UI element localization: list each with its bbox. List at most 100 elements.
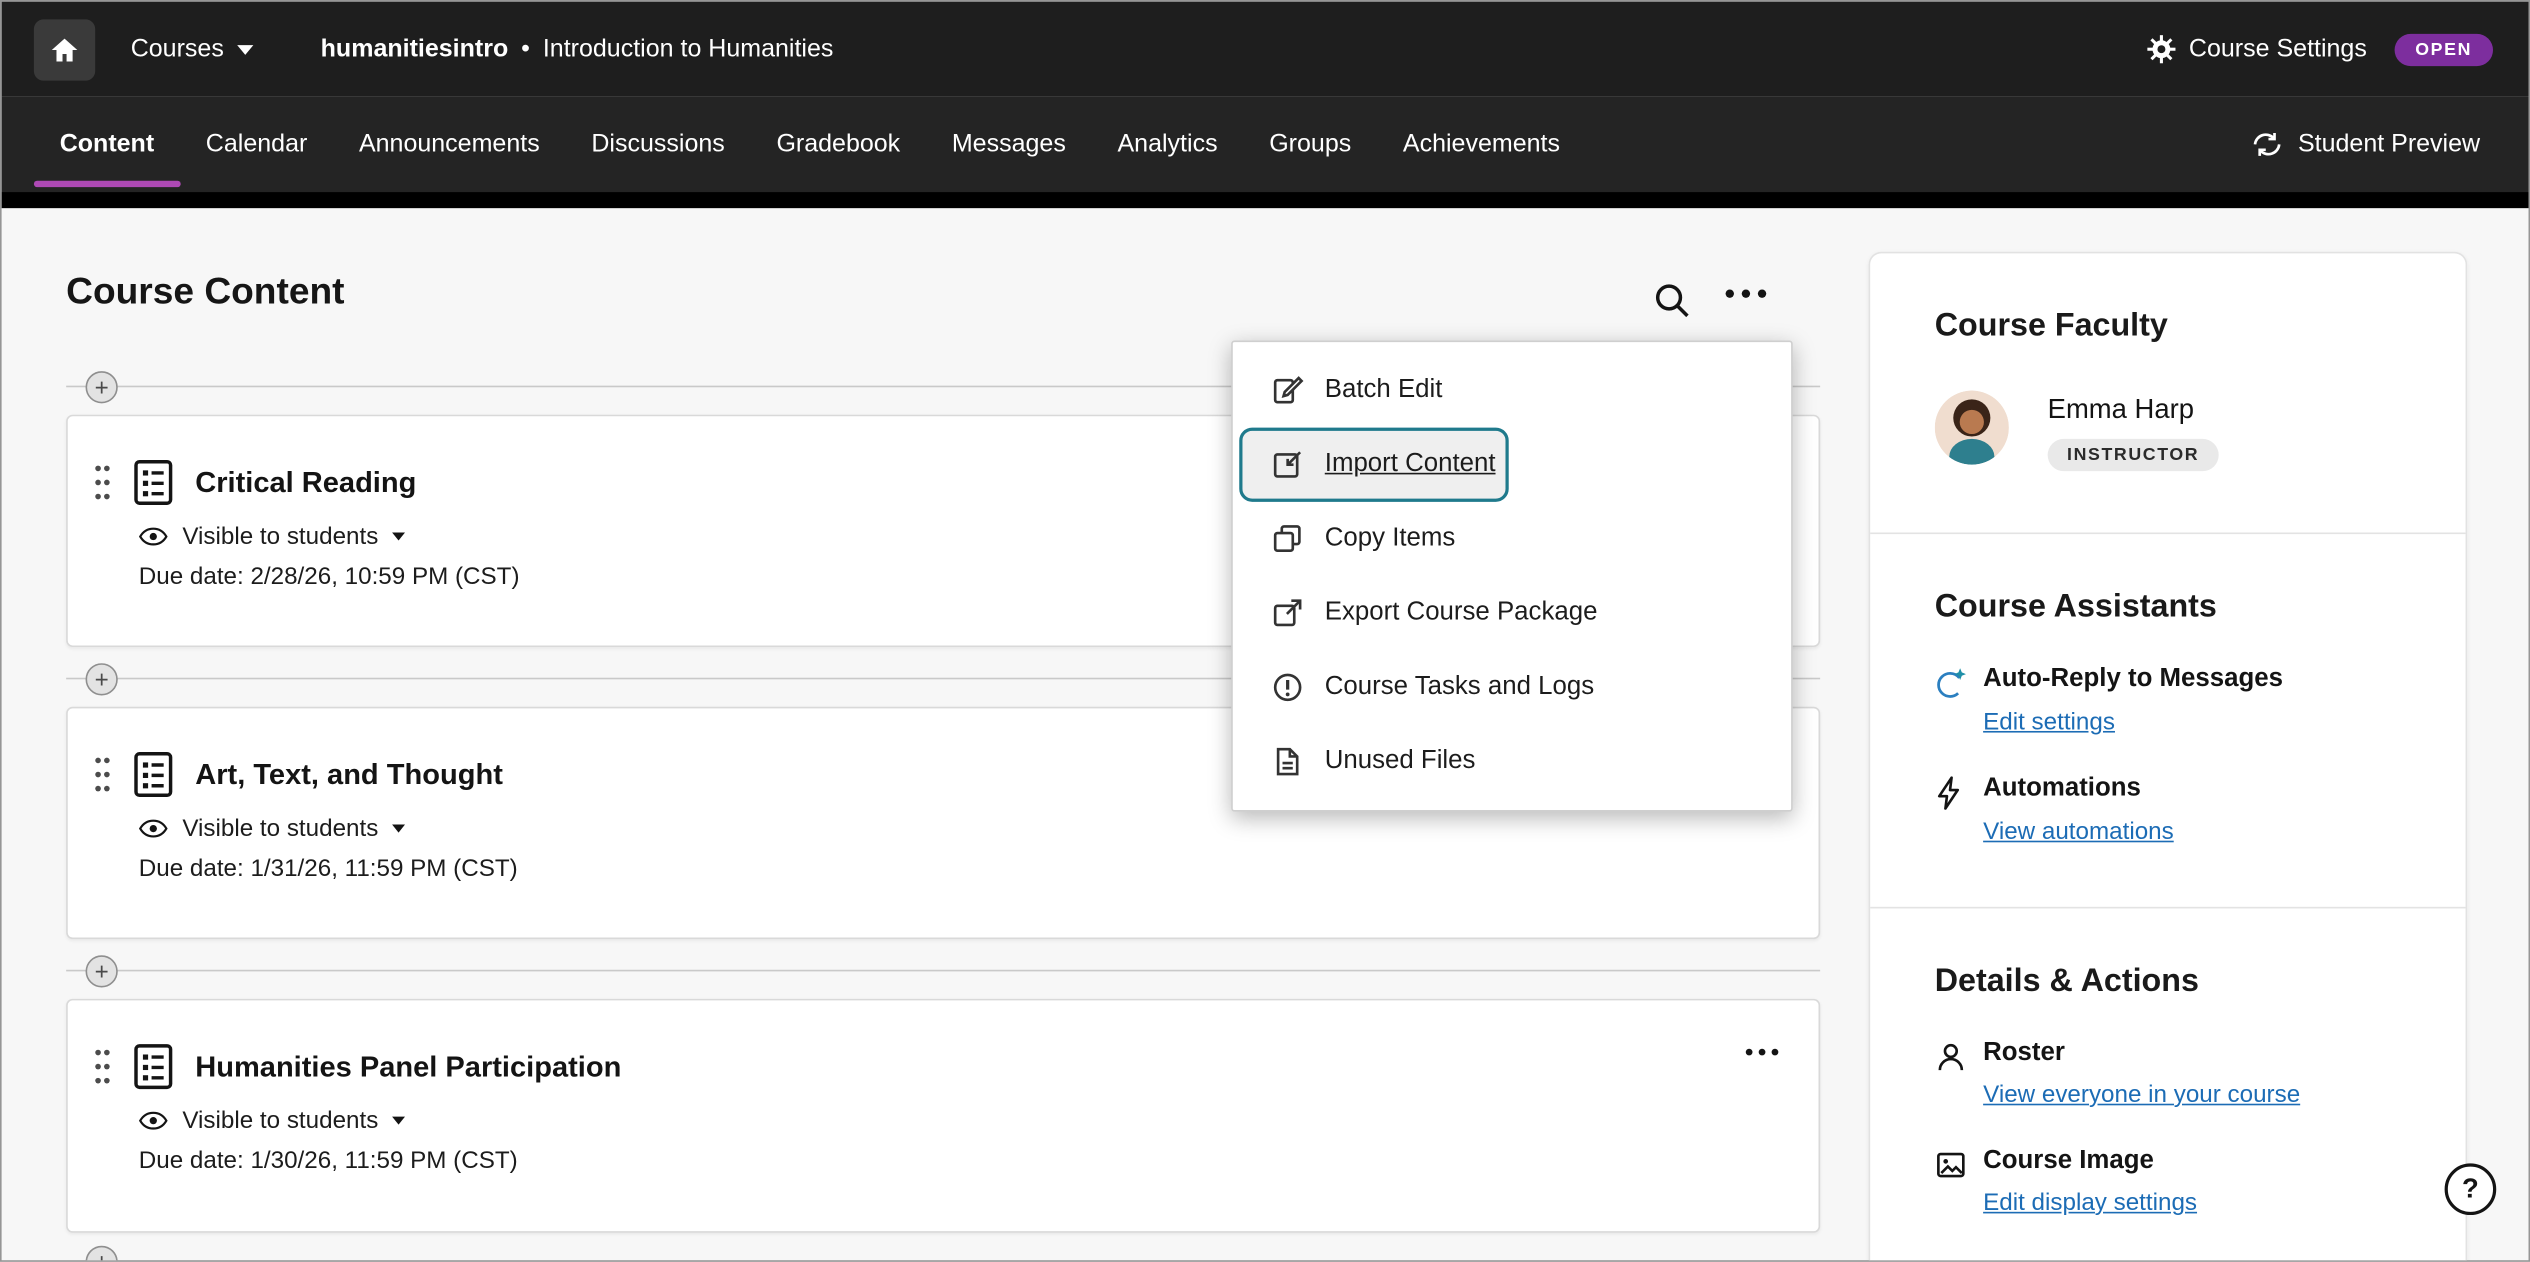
breadcrumb-course-id: humanitiesintro xyxy=(321,35,509,64)
eye-icon xyxy=(139,818,168,839)
course-settings-button[interactable]: Course Settings xyxy=(2145,34,2367,65)
tab-calendar[interactable]: Calendar xyxy=(180,97,333,192)
lightning-icon xyxy=(1935,776,1983,810)
tab-gradebook[interactable]: Gradebook xyxy=(751,97,926,192)
course-faculty-heading: Course Faculty xyxy=(1935,308,2401,345)
document-icon xyxy=(132,458,174,506)
content-item-title[interactable]: Humanities Panel Participation xyxy=(195,1050,621,1084)
content-item-title[interactable]: Critical Reading xyxy=(195,466,416,500)
auto-reply-item: Auto-Reply to Messages Edit settings xyxy=(1935,665,2401,736)
menu-item-batch-edit[interactable]: Batch Edit xyxy=(1233,353,1791,427)
tasks-logs-icon xyxy=(1272,671,1304,703)
course-image-item: Course Image Edit display settings xyxy=(1935,1147,2401,1216)
tab-messages[interactable]: Messages xyxy=(926,97,1092,192)
add-content-button[interactable]: + xyxy=(86,371,118,403)
menu-item-export-course-package[interactable]: Export Course Package xyxy=(1233,576,1791,650)
batch-edit-icon xyxy=(1272,374,1304,406)
breadcrumb-separator: • xyxy=(521,35,530,64)
automations-item: Automations View automations xyxy=(1935,775,2401,846)
drag-handle-icon[interactable] xyxy=(94,463,112,502)
import-content-icon xyxy=(1272,449,1304,481)
drag-handle-icon[interactable] xyxy=(94,755,112,794)
menu-item-course-tasks-and-logs[interactable]: Course Tasks and Logs xyxy=(1233,650,1791,724)
search-button[interactable] xyxy=(1644,273,1699,328)
student-preview-button[interactable]: Student Preview xyxy=(2241,97,2489,192)
content-item-card: Humanities Panel Participation Visible t… xyxy=(66,999,1820,1233)
section-divider xyxy=(1870,907,2465,909)
add-content-button[interactable]: + xyxy=(86,1246,118,1262)
tab-content[interactable]: Content xyxy=(34,97,180,192)
instructor-name: Emma Harp xyxy=(2048,394,2219,426)
courses-label: Courses xyxy=(131,35,224,64)
image-icon xyxy=(1935,1149,1983,1181)
tab-groups[interactable]: Groups xyxy=(1243,97,1377,192)
visibility-label: Visible to students xyxy=(182,815,378,842)
chevron-down-icon xyxy=(393,1117,406,1125)
add-content-button[interactable]: + xyxy=(86,955,118,987)
course-assistants-heading: Course Assistants xyxy=(1935,589,2401,626)
chevron-down-icon xyxy=(393,532,406,540)
nav-divider-strip xyxy=(2,192,2529,208)
help-button[interactable]: ? xyxy=(2445,1163,2497,1215)
courses-menu-button[interactable]: Courses xyxy=(131,35,253,64)
tab-announcements[interactable]: Announcements xyxy=(333,97,565,192)
section-divider xyxy=(1870,532,2465,534)
drag-handle-icon[interactable] xyxy=(94,1047,112,1086)
item-options-button[interactable] xyxy=(1735,1039,1790,1065)
app-window: Courses humanitiesintro • Introduction t… xyxy=(0,0,2530,1262)
home-button[interactable] xyxy=(34,19,95,80)
tab-discussions[interactable]: Discussions xyxy=(566,97,751,192)
edit-settings-link[interactable]: Edit settings xyxy=(1983,708,2115,735)
ellipsis-icon xyxy=(1722,286,1770,302)
search-icon xyxy=(1651,279,1693,321)
visibility-dropdown[interactable]: Visible to students xyxy=(139,1107,1793,1134)
chevron-down-icon xyxy=(393,825,406,833)
due-date: Due date: 1/30/26, 11:59 PM (CST) xyxy=(139,1147,1793,1174)
details-actions-heading: Details & Actions xyxy=(1935,963,2401,1000)
add-content-row: + xyxy=(66,1246,1820,1262)
student-preview-icon xyxy=(2251,131,2283,158)
tab-achievements[interactable]: Achievements xyxy=(1377,97,1586,192)
course-open-badge[interactable]: OPEN xyxy=(2394,33,2493,65)
breadcrumb: humanitiesintro • Introduction to Humani… xyxy=(321,35,834,64)
top-bar: Courses humanitiesintro • Introduction t… xyxy=(2,2,2529,97)
menu-item-label: Export Course Package xyxy=(1325,599,1598,628)
roster-item: Roster View everyone in your course xyxy=(1935,1039,2401,1108)
menu-item-label: Batch Edit xyxy=(1325,376,1443,405)
gear-icon xyxy=(2145,34,2176,65)
breadcrumb-course-name: Introduction to Humanities xyxy=(543,35,834,64)
auto-reply-ai-icon xyxy=(1935,666,1983,700)
document-icon xyxy=(132,1042,174,1090)
export-package-icon xyxy=(1272,597,1304,629)
unused-files-icon xyxy=(1272,745,1304,777)
course-nav: Content Calendar Announcements Discussio… xyxy=(2,97,2529,192)
course-settings-label: Course Settings xyxy=(2189,35,2367,64)
add-content-button[interactable]: + xyxy=(86,663,118,695)
menu-item-label: Unused Files xyxy=(1325,747,1476,776)
instructor-row: Emma Harp INSTRUCTOR xyxy=(1935,390,2401,471)
menu-item-unused-files[interactable]: Unused Files xyxy=(1233,725,1791,799)
menu-item-label: Course Tasks and Logs xyxy=(1325,673,1594,702)
view-automations-link[interactable]: View automations xyxy=(1983,818,2174,845)
menu-item-import-content[interactable]: Import Content xyxy=(1239,428,1508,502)
more-options-button[interactable] xyxy=(1715,279,1776,308)
content-item-title[interactable]: Art, Text, and Thought xyxy=(195,758,503,792)
menu-item-copy-items[interactable]: Copy Items xyxy=(1233,502,1791,576)
document-icon xyxy=(132,750,174,798)
home-icon xyxy=(48,33,80,65)
avatar xyxy=(1935,390,2009,464)
view-roster-link[interactable]: View everyone in your course xyxy=(1983,1081,2300,1108)
menu-item-label: Import Content xyxy=(1325,450,1496,479)
visibility-dropdown[interactable]: Visible to students xyxy=(139,815,1793,842)
visibility-label: Visible to students xyxy=(182,1107,378,1134)
eye-icon xyxy=(139,526,168,547)
page-title: Course Content xyxy=(66,269,344,313)
topbar-actions: Course Settings OPEN xyxy=(2145,33,2493,65)
chevron-down-icon xyxy=(237,44,253,54)
auto-reply-title: Auto-Reply to Messages xyxy=(1983,665,2401,694)
tab-analytics[interactable]: Analytics xyxy=(1092,97,1244,192)
visibility-label: Visible to students xyxy=(182,523,378,550)
edit-display-settings-link[interactable]: Edit display settings xyxy=(1983,1189,2197,1216)
content-options-menu: Batch Edit Import Content Copy Items Exp… xyxy=(1231,340,1793,811)
eye-icon xyxy=(139,1110,168,1131)
